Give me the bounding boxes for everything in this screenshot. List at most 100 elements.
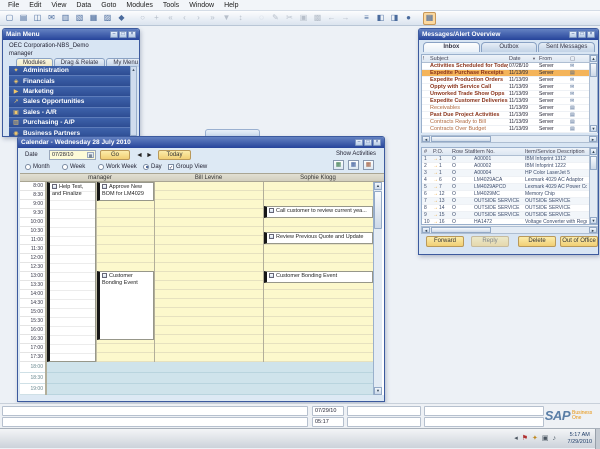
event-help-test[interactable]: Help Test, and Finalize xyxy=(47,182,96,362)
view-radio-week[interactable]: Week xyxy=(62,162,85,171)
detail-vertical-scrollbar[interactable]: ▲ ▼ xyxy=(589,148,597,224)
detail-row[interactable]: 4 →6 O LM4029ACA Lexmark 4029 AC Adaptor xyxy=(422,177,597,184)
security-shield-icon[interactable]: ✦ xyxy=(532,434,538,443)
maximize-icon[interactable]: □ xyxy=(578,31,586,38)
alert-row[interactable]: Contracts Over Budget 11/13/09 Server ▤ xyxy=(422,126,597,133)
scroll-up-icon[interactable]: ▲ xyxy=(374,182,382,190)
scrollbar-thumb[interactable] xyxy=(431,136,491,142)
view-radio-day[interactable]: Day xyxy=(143,162,162,171)
toolbar-icon[interactable]: ◨ xyxy=(388,12,401,25)
toolbar-icon[interactable]: ● xyxy=(402,12,415,25)
event-bonding-sophie[interactable]: Customer Bonding Event xyxy=(264,271,373,283)
taskbar-clock[interactable]: 5:17 AM 7/29/2010 xyxy=(568,432,592,446)
close-icon[interactable]: × xyxy=(587,31,595,38)
calendar-picker-icon[interactable]: ▦ xyxy=(87,152,94,158)
alert-row[interactable]: Expedite Production Orders 11/13/09 Serv… xyxy=(422,77,597,84)
delete-button[interactable]: Delete xyxy=(518,236,556,247)
toolbar-icon[interactable]: » xyxy=(206,12,219,25)
header-priority[interactable]: ! xyxy=(423,55,430,63)
scroll-up-icon[interactable]: ▲ xyxy=(131,67,136,73)
toolbar-icon[interactable]: ◫ xyxy=(31,12,44,25)
menu-item[interactable]: Edit xyxy=(24,2,46,9)
go-button[interactable]: Go xyxy=(100,150,130,160)
link-arrow-icon[interactable]: → xyxy=(433,184,438,190)
detail-row[interactable]: 7 →13 O OUTSIDE SERVICE OUTSIDE SERVICE xyxy=(422,198,597,205)
header-item-description[interactable]: Item/Service Description xyxy=(525,148,589,156)
toolbar-icon[interactable]: ○ xyxy=(136,12,149,25)
header-from[interactable]: From xyxy=(539,55,567,63)
toolbar-icon[interactable]: ▦ xyxy=(87,12,100,25)
header-po[interactable]: P.O. xyxy=(433,148,451,156)
module-item[interactable]: ▥ Purchasing - A/P xyxy=(9,118,132,128)
event-bonding-manager[interactable]: Customer Bonding Event xyxy=(97,271,154,340)
scroll-down-icon[interactable]: ▼ xyxy=(590,217,597,224)
link-arrow-icon[interactable]: → xyxy=(433,170,438,176)
next-day-icon[interactable]: ► xyxy=(146,151,153,160)
scrollbar-thumb[interactable] xyxy=(590,156,597,170)
module-item[interactable]: ▣ Sales - A/R xyxy=(9,108,132,118)
previous-day-icon[interactable]: ◄ xyxy=(136,151,143,160)
po-cell[interactable]: →15 xyxy=(433,212,449,219)
menu-item[interactable]: Tools xyxy=(158,2,184,9)
menu-item[interactable]: Help xyxy=(219,2,243,9)
calendar-titlebar[interactable]: Calendar - Wednesday 28 July 2010 – □ × xyxy=(18,137,384,148)
toolbar-icon[interactable]: → xyxy=(339,12,352,25)
minimize-icon[interactable]: – xyxy=(569,31,577,38)
menu-item[interactable]: View xyxy=(46,2,71,9)
toolbar-icon[interactable]: + xyxy=(150,12,163,25)
po-cell[interactable]: →16 xyxy=(433,219,449,226)
group-view-checkbox[interactable]: ✓Group View xyxy=(168,162,207,171)
toolbar-icon[interactable]: ← xyxy=(325,12,338,25)
view-radio-work-week[interactable]: Work Week xyxy=(98,162,137,171)
po-cell[interactable]: →1 xyxy=(433,156,449,163)
scroll-down-icon[interactable]: ▼ xyxy=(590,125,597,132)
detail-row[interactable]: 5 →7 O LM4029APCD Lexmark 4029 AC Power … xyxy=(422,184,597,191)
toolbar-icon[interactable]: ✉ xyxy=(45,12,58,25)
alert-row[interactable]: Activities Scheduled for Today 07/28/10 … xyxy=(422,63,597,70)
close-icon[interactable]: × xyxy=(128,31,136,38)
detail-row[interactable]: 1 →1 O A00001 IBM Infoprint 1312 xyxy=(422,156,597,163)
po-cell[interactable]: →13 xyxy=(433,198,449,205)
toolbar-icon[interactable]: ▢ xyxy=(3,12,16,25)
toolbar-icon[interactable]: ▥ xyxy=(59,12,72,25)
scrollbar-thumb[interactable] xyxy=(431,227,491,233)
toolbar-icon[interactable]: ▧ xyxy=(73,12,86,25)
detail-row[interactable]: 2 →1 O A00002 IBM Infoprint 1222 xyxy=(422,163,597,170)
event-approve-bom[interactable]: Approve New BOM for LM4029 xyxy=(97,182,154,201)
detail-row[interactable]: 6 →12 O LM4029MC Memory Chip xyxy=(422,191,597,198)
show-desktop-button[interactable] xyxy=(595,429,600,449)
main-menu-titlebar[interactable]: Main Menu – □ × xyxy=(3,29,139,40)
out-of-office-button[interactable]: Out of Office xyxy=(560,236,598,247)
maximize-icon[interactable]: □ xyxy=(119,31,127,38)
close-icon[interactable]: × xyxy=(373,139,381,146)
alert-row[interactable]: Past Due Project Activities 11/13/09 Ser… xyxy=(422,112,597,119)
messages-tab[interactable]: Outbox xyxy=(481,42,538,52)
alert-row[interactable]: Receivables 11/13/09 Server ▤ xyxy=(422,105,597,112)
toolbar-icon[interactable]: › xyxy=(192,12,205,25)
minimize-icon[interactable]: – xyxy=(355,139,363,146)
scroll-down-icon[interactable]: ▼ xyxy=(374,387,382,395)
view-radio-month[interactable]: Month xyxy=(25,162,50,171)
minimize-icon[interactable]: – xyxy=(110,31,118,38)
reply-button[interactable]: Reply xyxy=(471,236,509,247)
po-cell[interactable]: →1 xyxy=(433,170,449,177)
volume-icon[interactable]: ♪ xyxy=(553,434,557,443)
po-cell[interactable]: →6 xyxy=(433,177,449,184)
toolbar-icon[interactable]: ≡ xyxy=(360,12,373,25)
link-arrow-icon[interactable]: → xyxy=(433,205,438,211)
module-item[interactable]: ▶ Marketing xyxy=(9,87,132,97)
header-row-status[interactable]: Row Status xyxy=(452,148,474,156)
link-arrow-icon[interactable]: → xyxy=(433,163,438,169)
toolbar-icon[interactable]: ✂ xyxy=(283,12,296,25)
alert-row[interactable]: Unworked Trade Show Opps 11/13/09 Server… xyxy=(422,91,597,98)
alerts-horizontal-scrollbar[interactable]: ◄ ► xyxy=(421,135,598,143)
maximize-icon[interactable]: □ xyxy=(364,139,372,146)
link-arrow-icon[interactable]: → xyxy=(433,198,438,204)
link-arrow-icon[interactable]: → xyxy=(433,191,438,197)
alert-row[interactable]: Oppty with Service Call 11/13/09 Server … xyxy=(422,84,597,91)
header-row-number[interactable]: # xyxy=(424,148,433,156)
menu-item[interactable]: Window xyxy=(184,2,219,9)
scrollbar-thumb[interactable] xyxy=(590,63,597,77)
action-center-flag-icon[interactable]: ⚑ xyxy=(522,434,528,443)
scrollbar-thumb[interactable] xyxy=(374,191,382,229)
